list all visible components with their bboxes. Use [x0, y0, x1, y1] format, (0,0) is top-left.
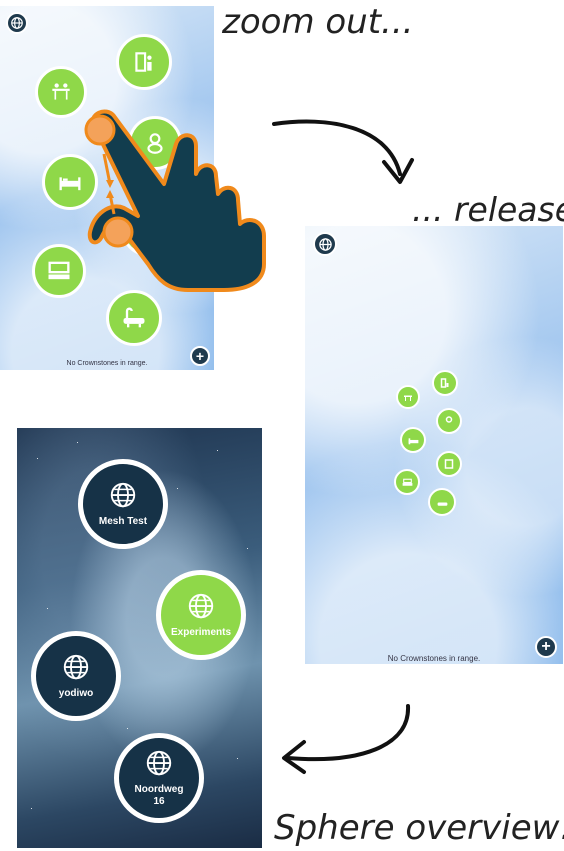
arrow-right-curve [272, 119, 414, 184]
caption-zoom-out: zoom out... [222, 2, 414, 42]
tv-stand-icon [48, 261, 70, 280]
screen-sphere-overview: Mesh Test Experiments yodiwo Noordweg 16 [17, 428, 262, 848]
globe-icon [318, 237, 332, 251]
room-laundry[interactable] [436, 451, 462, 477]
room-dining[interactable] [396, 385, 420, 409]
bed-icon [59, 177, 81, 191]
dining-table-icon [404, 395, 412, 401]
screen-release: + No Crownstones in range. [305, 226, 563, 664]
globe-icon [63, 654, 89, 680]
room-nursery[interactable] [436, 408, 462, 434]
sphere-label: Experiments [170, 627, 232, 638]
bed-icon [408, 437, 418, 444]
room-tv[interactable] [32, 244, 86, 298]
bathtub-icon [437, 502, 447, 506]
globe-icon [110, 482, 136, 508]
sphere-noordweg-16[interactable]: Noordweg 16 [114, 733, 204, 823]
sphere-label: Mesh Test [98, 516, 148, 527]
globe-icon [11, 17, 23, 29]
room-dining[interactable] [35, 66, 87, 118]
status-text: No Crownstones in range. [387, 654, 481, 663]
dining-table-icon [52, 83, 70, 100]
sphere-yodiwo[interactable]: yodiwo [31, 631, 121, 721]
room-living[interactable] [116, 34, 172, 90]
room-living[interactable] [432, 370, 458, 396]
sphere-overview-button[interactable] [6, 12, 28, 34]
globe-icon [146, 750, 172, 776]
sphere-mesh-test[interactable]: Mesh Test [78, 459, 168, 549]
sphere-label: Noordweg 16 [134, 784, 184, 807]
bathtub-icon [123, 307, 145, 328]
room-tv[interactable] [394, 469, 420, 495]
arrow-left-curve [282, 704, 411, 774]
status-text: No Crownstones in range. [66, 360, 148, 367]
caption-release: ... release [412, 190, 564, 229]
globe-icon [188, 593, 214, 619]
pinch-hand-icon [84, 109, 266, 292]
tv-stand-icon [402, 478, 412, 486]
bookcase-icon [440, 378, 449, 388]
room-bedroom[interactable] [400, 427, 426, 453]
washing-machine-icon [444, 459, 454, 469]
baby-icon [445, 416, 453, 423]
sphere-overview-button[interactable] [313, 232, 337, 256]
caption-sphere-overview: Sphere overview! [274, 808, 564, 848]
sphere-experiments[interactable]: Experiments [156, 570, 246, 660]
room-bathroom[interactable] [428, 488, 456, 516]
room-bathroom[interactable] [106, 290, 162, 346]
sphere-label: yodiwo [58, 688, 94, 699]
bookcase-icon [135, 52, 152, 72]
